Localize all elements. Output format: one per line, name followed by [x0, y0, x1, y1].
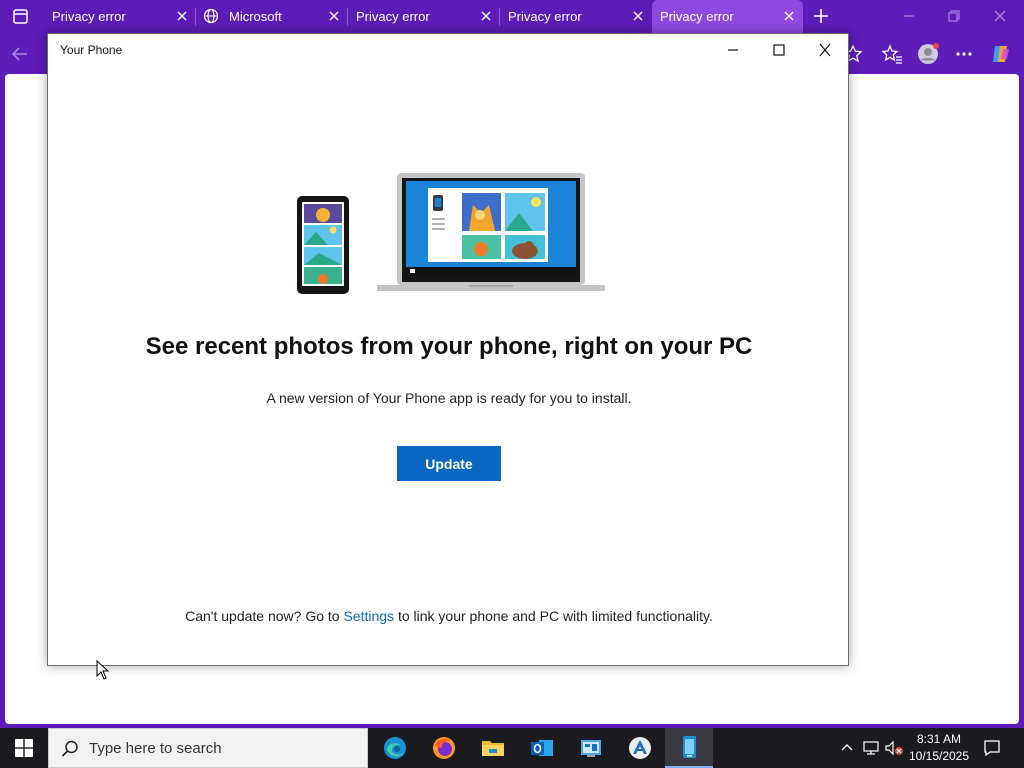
favorites-icon[interactable]: [881, 43, 903, 65]
minimize-icon[interactable]: [902, 9, 916, 23]
clock-time: 8:31 AM: [916, 732, 962, 746]
update-description: A new version of Your Phone app is ready…: [266, 390, 632, 406]
tab-microsoft[interactable]: Microsoft: [196, 0, 346, 33]
globe-icon: [203, 8, 219, 24]
control-panel-icon: [581, 740, 601, 757]
more-options-icon[interactable]: [953, 43, 975, 65]
tab-privacy-error-3[interactable]: Privacy error: [500, 0, 650, 33]
tab-title: Privacy error: [52, 9, 126, 24]
start-button[interactable]: [0, 728, 48, 768]
clock-date: 10/15/2025: [908, 749, 970, 763]
taskbar-file-explorer[interactable]: [469, 728, 517, 768]
copilot-icon[interactable]: [990, 43, 1012, 65]
tray-show-hidden[interactable]: [836, 728, 858, 768]
tab-privacy-error-active[interactable]: Privacy error: [652, 0, 803, 33]
windows-taskbar: Type here to search 8:31 AM 10/15/2025: [0, 728, 1024, 768]
edge-icon: [384, 737, 406, 759]
taskbar-edge[interactable]: [371, 728, 419, 768]
your-phone-icon: [683, 736, 696, 758]
close-window-icon[interactable]: [993, 9, 1007, 23]
tray-notifications[interactable]: [978, 728, 1006, 768]
settings-link[interactable]: Settings: [343, 608, 394, 624]
tab-privacy-error-2[interactable]: Privacy error: [348, 0, 498, 33]
back-arrow-icon[interactable]: [9, 43, 31, 65]
close-icon[interactable]: [176, 10, 188, 22]
tab-title: Privacy error: [356, 9, 430, 24]
close-icon[interactable]: [480, 10, 492, 22]
windows-logo-icon: [15, 739, 33, 757]
footer-suffix: to link your phone and PC with limited f…: [394, 608, 713, 624]
close-icon[interactable]: [814, 40, 836, 60]
taskbar-search-box[interactable]: Type here to search: [48, 728, 368, 768]
footer-note: Can't update now? Go to Settings to link…: [48, 608, 850, 624]
chevron-up-icon: [841, 744, 853, 751]
taskbar-firefox[interactable]: [420, 728, 468, 768]
volume-muted-icon: [885, 740, 903, 756]
tab-title: Privacy error: [660, 9, 734, 24]
network-icon: [863, 741, 879, 755]
minimize-icon[interactable]: [722, 40, 744, 60]
taskbar-your-phone[interactable]: [665, 728, 713, 768]
search-placeholder: Type here to search: [89, 740, 222, 757]
tab-privacy-error-1[interactable]: Privacy error: [44, 0, 194, 33]
profile-avatar-icon[interactable]: [917, 43, 939, 65]
footer-prefix: Can't update now? Go to: [185, 608, 344, 624]
taskbar-clock[interactable]: 8:31 AM 10/15/2025: [905, 731, 973, 765]
taskbar-outlook[interactable]: [518, 728, 566, 768]
tray-volume[interactable]: [883, 728, 905, 768]
browser-tab-bar: Privacy error Microsoft Privacy error Pr…: [0, 0, 1024, 33]
search-icon: [61, 740, 78, 757]
taskbar-app-store[interactable]: [616, 728, 664, 768]
file-explorer-icon: [482, 741, 504, 756]
tab-title: Privacy error: [508, 9, 582, 24]
close-icon[interactable]: [328, 10, 340, 22]
new-tab-icon[interactable]: [812, 7, 830, 25]
update-button[interactable]: Update: [397, 446, 501, 481]
firefox-icon: [433, 737, 455, 759]
phone-and-laptop-illustration: [297, 173, 605, 294]
outlook-icon: [531, 740, 553, 756]
app-store-icon: [629, 737, 651, 759]
window-title: Your Phone: [60, 43, 123, 57]
tray-network[interactable]: [860, 728, 882, 768]
taskbar-control-panel[interactable]: [567, 728, 615, 768]
tab-title: Microsoft: [229, 9, 282, 24]
close-icon[interactable]: [632, 10, 644, 22]
headline: See recent photos from your phone, right…: [145, 333, 753, 360]
mouse-cursor-icon: [96, 660, 110, 680]
maximize-icon[interactable]: [768, 40, 790, 60]
close-icon[interactable]: [783, 10, 795, 22]
tab-actions-icon[interactable]: [8, 6, 32, 28]
restore-icon[interactable]: [947, 9, 961, 23]
your-phone-window: Your Phone See recent photos from your p…: [47, 33, 849, 666]
notification-icon: [984, 740, 1000, 757]
